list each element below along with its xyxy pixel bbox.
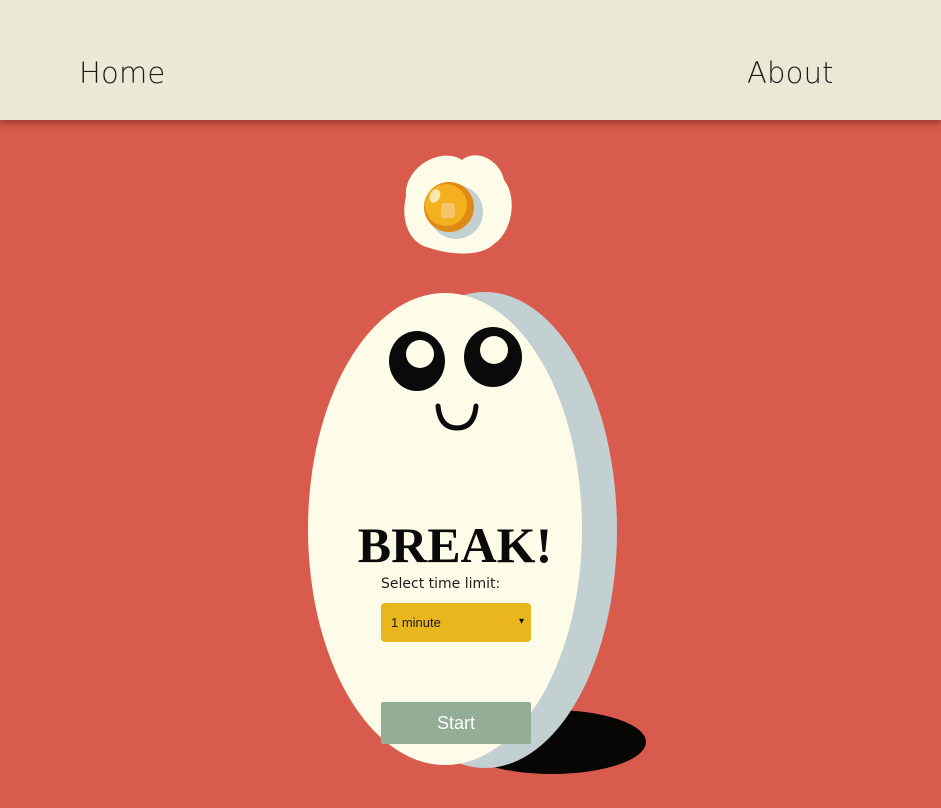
time-limit-selected-value: 1 minute: [391, 615, 441, 630]
main-stage: BREAK! Select time limit: 1 minute ▾ Sta…: [0, 0, 941, 808]
nav-about-link[interactable]: About: [747, 53, 834, 93]
egg-eye-left: [389, 331, 445, 391]
nav-home-link[interactable]: Home: [79, 53, 165, 93]
break-title: BREAK!: [357, 517, 553, 573]
start-button[interactable]: Start: [381, 702, 531, 744]
fried-egg-icon: [404, 155, 512, 254]
time-limit-select[interactable]: 1 minute ▾: [381, 603, 531, 642]
egg-eye-right: [464, 327, 522, 387]
time-limit-label: Select time limit:: [381, 576, 501, 592]
egg-illustration: [308, 155, 646, 774]
chevron-down-icon: ▾: [518, 616, 524, 627]
top-navbar: Home About: [0, 0, 941, 120]
